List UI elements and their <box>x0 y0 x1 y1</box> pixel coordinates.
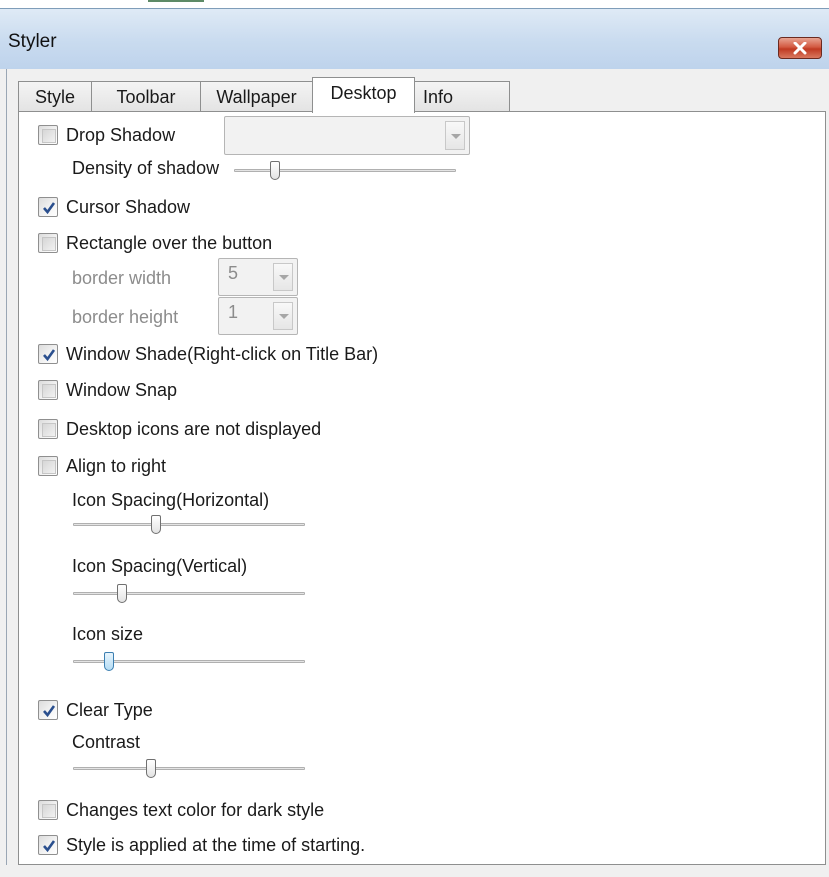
tab-info[interactable]: Info <box>414 81 510 112</box>
clear-type-label: Clear Type <box>66 699 153 720</box>
window-shade-option[interactable]: Window Shade(Right-click on Title Bar) <box>38 342 378 366</box>
border-height-combo[interactable]: 1 <box>218 297 298 335</box>
tab-toolbar[interactable]: Toolbar <box>91 81 201 112</box>
dark-style-text-checkbox[interactable] <box>38 800 58 820</box>
align-to-right-checkbox[interactable] <box>38 456 58 476</box>
tab-label: Desktop <box>330 83 397 103</box>
desktop-icons-hidden-option[interactable]: Desktop icons are not displayed <box>38 417 321 441</box>
window-bottom-strip <box>0 865 829 877</box>
window-snap-checkbox[interactable] <box>38 380 58 400</box>
icon-spacing-horizontal-slider[interactable] <box>73 513 305 537</box>
tab-desktop[interactable]: Desktop <box>312 77 415 113</box>
tab-style[interactable]: Style <box>18 81 92 112</box>
tab-label: Wallpaper <box>216 87 297 107</box>
slider-thumb[interactable] <box>270 161 280 180</box>
icon-spacing-horizontal-label: Icon Spacing(Horizontal) <box>72 490 270 510</box>
align-to-right-option[interactable]: Align to right <box>38 454 166 478</box>
drop-shadow-checkbox[interactable] <box>38 125 58 145</box>
rectangle-over-button-checkbox[interactable] <box>38 233 58 253</box>
tab-label: Toolbar <box>116 87 176 107</box>
slider-thumb[interactable] <box>146 759 156 778</box>
cursor-shadow-option[interactable]: Cursor Shadow <box>38 195 190 219</box>
icon-size-slider[interactable] <box>73 650 305 674</box>
window-left-border <box>6 68 7 877</box>
window-top-edge <box>0 0 829 8</box>
drop-shadow-combo[interactable] <box>224 116 470 155</box>
window-shade-checkbox[interactable] <box>38 344 58 364</box>
chevron-down-icon[interactable] <box>273 263 293 291</box>
slider-thumb[interactable] <box>117 584 127 603</box>
density-of-shadow-label: Density of shadow <box>72 158 220 178</box>
slider-thumb[interactable] <box>151 515 161 534</box>
styler-window: Styler Style Toolbar Wallpaper Desktop I… <box>0 0 829 877</box>
slider-thumb[interactable] <box>104 652 114 671</box>
border-height-label: border height <box>72 307 179 327</box>
icon-size-label: Icon size <box>72 624 144 644</box>
cursor-shadow-label: Cursor Shadow <box>66 196 191 217</box>
cursor-shadow-checkbox[interactable] <box>38 197 58 217</box>
slider-track <box>73 592 305 595</box>
border-width-combo[interactable]: 5 <box>218 258 298 296</box>
check-icon <box>43 705 56 718</box>
contrast-label: Contrast <box>72 732 141 752</box>
border-height-value: 1 <box>228 302 239 322</box>
dark-style-text-option[interactable]: Changes text color for dark style <box>38 798 324 822</box>
check-icon <box>43 349 56 362</box>
slider-track <box>73 523 305 526</box>
taskbar-accent <box>148 0 204 2</box>
clear-type-option[interactable]: Clear Type <box>38 698 153 722</box>
tab-label: Info <box>423 87 454 107</box>
border-width-label: border width <box>72 268 172 288</box>
tab-wallpaper[interactable]: Wallpaper <box>200 81 313 112</box>
dark-style-text-label: Changes text color for dark style <box>66 799 325 820</box>
style-at-start-label: Style is applied at the time of starting… <box>66 834 366 855</box>
desktop-icons-hidden-checkbox[interactable] <box>38 419 58 439</box>
chevron-down-icon[interactable] <box>273 302 293 330</box>
check-icon <box>43 840 56 853</box>
rectangle-over-button-label: Rectangle over the button <box>66 232 273 253</box>
border-width-value: 5 <box>228 263 239 283</box>
slider-track <box>73 767 305 770</box>
density-of-shadow-slider[interactable] <box>234 159 456 183</box>
rectangle-over-button-option[interactable]: Rectangle over the button <box>38 231 272 255</box>
icon-spacing-vertical-label: Icon Spacing(Vertical) <box>72 556 248 576</box>
tab-label: Style <box>34 87 76 107</box>
check-icon <box>43 202 56 215</box>
style-at-start-option[interactable]: Style is applied at the time of starting… <box>38 833 365 857</box>
window-title: Styler <box>8 31 57 52</box>
drop-shadow-option[interactable]: Drop Shadow <box>38 123 175 147</box>
clear-type-checkbox[interactable] <box>38 700 58 720</box>
window-snap-label: Window Snap <box>66 379 178 400</box>
close-icon <box>793 42 807 55</box>
window-shade-label: Window Shade(Right-click on Title Bar) <box>66 343 379 364</box>
chevron-down-icon[interactable] <box>445 121 465 150</box>
close-button[interactable] <box>778 37 822 59</box>
icon-spacing-vertical-slider[interactable] <box>73 582 305 606</box>
align-to-right-label: Align to right <box>66 455 167 476</box>
desktop-icons-hidden-label: Desktop icons are not displayed <box>66 418 322 439</box>
drop-shadow-label: Drop Shadow <box>66 124 176 145</box>
contrast-slider[interactable] <box>73 757 305 781</box>
slider-track <box>234 169 456 172</box>
style-at-start-checkbox[interactable] <box>38 835 58 855</box>
window-snap-option[interactable]: Window Snap <box>38 378 177 402</box>
title-bar[interactable]: Styler <box>0 8 829 69</box>
